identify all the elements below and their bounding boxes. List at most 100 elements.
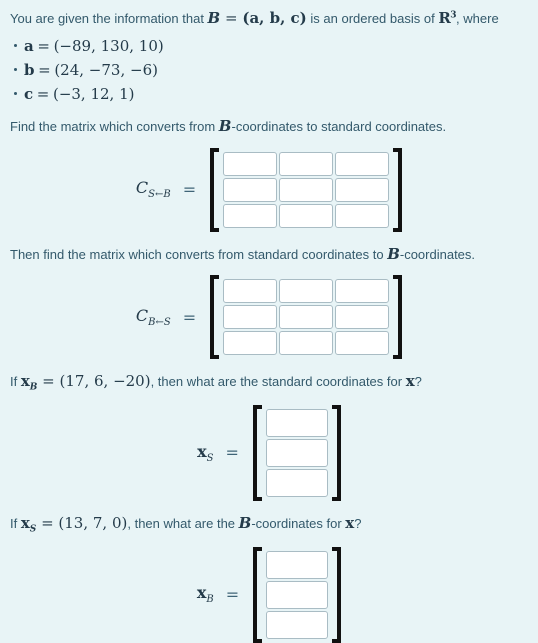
q2-basis-symbol: B xyxy=(387,244,400,263)
vector-1-cell-r2[interactable] xyxy=(265,438,328,467)
q4-given-value: (13, 7, 0) xyxy=(58,513,128,532)
matrix-1-cell-r3c3[interactable] xyxy=(335,203,390,228)
intro-text-after: is an ordered basis of xyxy=(306,11,439,26)
intro-text-end: , where xyxy=(456,11,499,26)
vector-row xyxy=(265,438,329,468)
matrix-2-cell-r1c2[interactable] xyxy=(279,279,334,304)
matrix-1-cell-r1c3[interactable] xyxy=(335,151,390,176)
q3-var-main: x xyxy=(20,372,30,391)
matrix-2-cell-r1c1[interactable] xyxy=(223,279,278,304)
intro-text-before: You are given the information that xyxy=(10,11,208,26)
vector-2-label-sub: B xyxy=(206,594,214,606)
list-item: a = (−89, 130, 10) xyxy=(14,36,528,56)
left-bracket-icon xyxy=(210,275,220,360)
matrix-row xyxy=(222,278,390,304)
vector-2-cell-r2[interactable] xyxy=(266,580,329,609)
matrix-row xyxy=(222,203,390,229)
vector-equals-b: = xyxy=(38,60,51,79)
matrix-2-cell-r2c3[interactable] xyxy=(335,305,390,330)
left-bracket-icon xyxy=(252,404,263,501)
matrix-1-cell-r2c1[interactable] xyxy=(223,177,278,202)
vector-1-label-sub: S xyxy=(206,452,214,464)
vector-1-label-main: x xyxy=(197,441,207,461)
question-3-text: If xB = (17, 6, −20), then what are the … xyxy=(10,371,528,395)
matrix-row xyxy=(222,151,390,177)
q4-text-after: , then what are the xyxy=(127,515,239,531)
q4-text-after3: ? xyxy=(354,515,362,531)
matrix-1-cell-r3c1[interactable] xyxy=(223,203,278,228)
intro-statement: You are given the information that B = (… xyxy=(10,8,528,30)
q4-eq: = xyxy=(36,513,59,532)
vector-2-label-main: x xyxy=(196,583,207,603)
vector-row xyxy=(265,580,329,610)
vector-2-cell-r1[interactable] xyxy=(266,550,329,579)
vector-row xyxy=(265,550,329,580)
q2-text-after: -coordinates. xyxy=(399,246,476,262)
question-2-text: Then find the matrix which converts from… xyxy=(10,244,528,266)
answer-matrix-2 xyxy=(210,275,403,360)
vector-name-c: c xyxy=(24,84,34,103)
vector-1-label: xS xyxy=(197,442,213,464)
matrix-1-label-main: C xyxy=(135,178,149,198)
matrix-2-cell-r3c3[interactable] xyxy=(335,331,390,356)
matrix-2-cell-r3c2[interactable] xyxy=(279,331,334,356)
matrix-1-cell-r2c2[interactable] xyxy=(279,177,334,202)
matrix-2-cell-r3c1[interactable] xyxy=(223,331,278,356)
vector-1-equals: = xyxy=(225,443,239,463)
right-bracket-icon xyxy=(392,275,403,360)
q3-var-tail: x xyxy=(405,372,415,391)
q3-text-before: If xyxy=(10,374,21,390)
vector-2-equals: = xyxy=(225,585,240,605)
vector-2-grid xyxy=(263,547,331,643)
q1-text-after: -coordinates to standard coordinates. xyxy=(231,118,447,134)
basis-tuple: (a, b, c) xyxy=(242,9,307,27)
vector-1-cell-r1[interactable] xyxy=(265,408,328,437)
vector-equals-c: = xyxy=(36,84,50,103)
matrix-1-cell-r1c2[interactable] xyxy=(279,151,334,176)
bullet-icon xyxy=(14,67,17,71)
vector-1-cell-r3[interactable] xyxy=(265,468,328,497)
matrix-1-grid xyxy=(220,148,392,232)
matrix-row xyxy=(222,330,390,356)
matrix-2-cell-r2c2[interactable] xyxy=(279,305,334,330)
answer-matrix-1 xyxy=(210,147,403,232)
matrix-1-cell-r1c1[interactable] xyxy=(223,151,278,176)
answer-matrix-1-row: CS←B = xyxy=(10,147,528,232)
matrix-2-cell-r1c3[interactable] xyxy=(335,279,390,304)
matrix-2-cell-r2c1[interactable] xyxy=(223,305,278,330)
matrix-1-equals: = xyxy=(182,180,197,199)
question-1-text: Find the matrix which converts from B-co… xyxy=(10,116,528,138)
matrix-1-cell-r3c2[interactable] xyxy=(279,203,334,228)
matrix-2-label-sub: B←S xyxy=(148,317,171,329)
matrix-1-label: CS←B xyxy=(136,178,171,200)
vector-name-a: a xyxy=(24,36,34,55)
q4-text-after2: -coordinates for xyxy=(251,515,346,531)
q4-text-before: If xyxy=(10,515,21,531)
vector-row xyxy=(265,610,329,640)
vector-1-grid xyxy=(263,405,331,501)
matrix-row xyxy=(222,304,390,330)
q3-text-after2: ? xyxy=(414,374,422,390)
vector-value-a: (−89, 130, 10) xyxy=(53,36,164,55)
vector-2-cell-r3[interactable] xyxy=(266,610,329,639)
problem-page: You are given the information that B = (… xyxy=(0,0,538,643)
right-bracket-icon xyxy=(331,546,342,643)
answer-matrix-2-row: CB←S = xyxy=(10,275,528,360)
answer-vector-1-row: xS = xyxy=(10,404,528,501)
matrix-2-label-main: C xyxy=(135,306,149,326)
matrix-row xyxy=(222,177,390,203)
q2-text-before: Then find the matrix which converts from… xyxy=(10,246,388,262)
right-bracket-icon xyxy=(331,404,341,501)
q1-text-before: Find the matrix which converts from xyxy=(10,118,219,134)
q4-var-main: x xyxy=(20,513,30,532)
matrix-1-cell-r2c3[interactable] xyxy=(335,177,390,202)
q4-var-tail: x xyxy=(345,513,355,532)
question-4-text: If xS = (13, 7, 0), then what are the B-… xyxy=(10,513,528,537)
q1-basis-symbol: B xyxy=(218,116,232,135)
bullet-icon xyxy=(14,43,17,47)
matrix-2-label: CB←S xyxy=(136,306,171,328)
list-item: c = (−3, 12, 1) xyxy=(14,84,528,104)
left-bracket-icon xyxy=(210,147,220,232)
vector-name-b: b xyxy=(24,60,35,79)
answer-vector-2-row: xB = xyxy=(10,546,528,643)
